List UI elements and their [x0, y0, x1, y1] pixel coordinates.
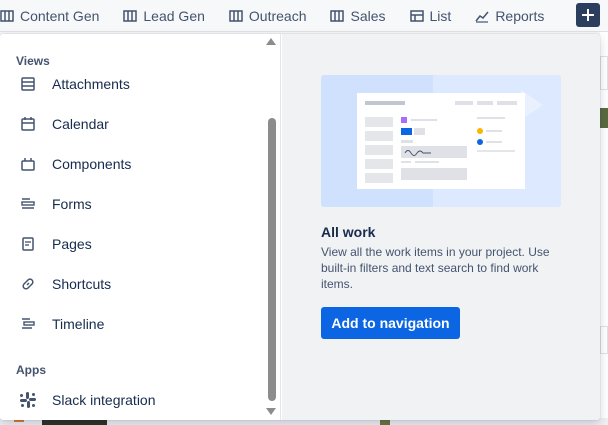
- slack-icon: [18, 390, 38, 410]
- timeline-icon: [18, 314, 38, 334]
- forms-icon: [18, 194, 38, 214]
- tab-list[interactable]: List: [398, 0, 464, 32]
- view-list-pane: Views Attachments Calendar Components Fo…: [0, 34, 281, 420]
- board-icon: [0, 9, 14, 22]
- menu-item-attachments[interactable]: Attachments: [0, 64, 264, 104]
- tab-sales[interactable]: Sales: [318, 0, 397, 32]
- menu-item-components[interactable]: Components: [0, 144, 264, 184]
- apps-section-label: Apps: [16, 363, 46, 377]
- tab-content-gen[interactable]: Content Gen: [0, 0, 111, 32]
- tab-label: Lead Gen: [143, 7, 205, 24]
- pages-icon: [18, 234, 38, 254]
- menu-item-forms[interactable]: Forms: [0, 184, 264, 224]
- preview-description: View all the work items in your project.…: [321, 245, 550, 291]
- board-icon: [330, 9, 345, 22]
- menu-item-pages[interactable]: Pages: [0, 224, 264, 264]
- components-icon: [18, 154, 38, 174]
- menu-item-label: Components: [52, 156, 132, 172]
- calendar-icon: [18, 114, 38, 134]
- menu-item-label: Timeline: [52, 316, 105, 332]
- list-icon: [409, 9, 424, 22]
- plus-icon: [582, 9, 594, 21]
- tab-reports[interactable]: Reports: [463, 0, 556, 32]
- add-view-button[interactable]: [576, 3, 600, 27]
- tab-label: Reports: [495, 7, 545, 24]
- menu-item-calendar[interactable]: Calendar: [0, 104, 264, 144]
- menu-item-slack-integration[interactable]: Slack integration: [0, 380, 264, 420]
- add-view-popup: Views Attachments Calendar Components Fo…: [0, 34, 600, 420]
- board-icon: [229, 9, 243, 22]
- attachments-icon: [18, 74, 38, 94]
- reports-icon: [475, 11, 489, 23]
- scrollbar-thumb[interactable]: [268, 118, 276, 401]
- background-page: [600, 32, 608, 425]
- tab-label: Content Gen: [20, 7, 100, 24]
- all-work-illustration: [321, 75, 561, 207]
- tab-label: Outreach: [248, 7, 307, 24]
- scroll-down-arrow-icon[interactable]: [266, 408, 276, 415]
- menu-item-label: Slack integration: [52, 392, 156, 408]
- menu-item-label: Calendar: [52, 116, 109, 132]
- tab-label: List: [429, 7, 452, 24]
- background-card: [600, 326, 608, 354]
- tab-outreach[interactable]: Outreach: [217, 0, 319, 32]
- menu-item-label: Attachments: [52, 76, 130, 92]
- view-preview-pane: All work View all the work items in your…: [282, 34, 600, 420]
- add-to-navigation-button[interactable]: Add to navigation: [321, 307, 460, 339]
- scroll-up-arrow-icon[interactable]: [266, 38, 276, 45]
- menu-item-timeline[interactable]: Timeline: [0, 304, 264, 344]
- menu-item-shortcuts[interactable]: Shortcuts: [0, 264, 264, 304]
- background-thumbnail: [600, 108, 608, 128]
- menu-item-label: Pages: [52, 236, 92, 252]
- tab-lead-gen[interactable]: Lead Gen: [111, 0, 217, 32]
- background-card: [600, 56, 608, 90]
- project-nav-bar: Content Gen Lead Gen Outreach Sales List…: [0, 0, 608, 32]
- board-icon: [123, 9, 138, 22]
- link-icon: [18, 274, 38, 294]
- tab-label: Sales: [350, 7, 386, 24]
- menu-item-label: Shortcuts: [52, 276, 112, 292]
- menu-item-label: Forms: [52, 196, 92, 212]
- preview-title: All work: [321, 224, 376, 240]
